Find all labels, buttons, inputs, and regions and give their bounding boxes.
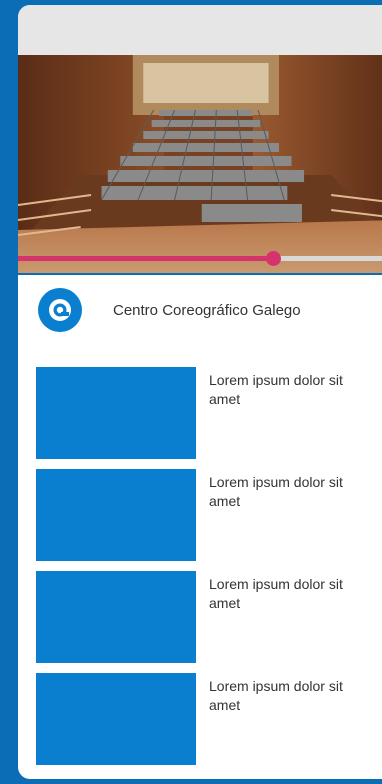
top-bar xyxy=(18,5,382,55)
list-item-title[interactable]: Lorem ipsum dolor sit amet xyxy=(209,575,359,613)
list-item[interactable]: Lorem ipsum dolor sit amet xyxy=(36,367,382,459)
auditorium-image xyxy=(18,55,382,273)
list-item[interactable]: Lorem ipsum dolor sit amet xyxy=(36,469,382,561)
content-card: Centro Coreográfico Galego Lorem ipsum d… xyxy=(18,5,382,779)
list-item-title[interactable]: Lorem ipsum dolor sit amet xyxy=(209,677,359,715)
progress-handle[interactable] xyxy=(265,251,281,266)
thumbnail[interactable] xyxy=(36,469,196,561)
thumbnail[interactable] xyxy=(36,367,196,459)
content-list: Lorem ipsum dolor sit amet Lorem ipsum d… xyxy=(36,367,382,775)
thumbnail[interactable] xyxy=(36,673,196,765)
list-item[interactable]: Lorem ipsum dolor sit amet xyxy=(36,673,382,765)
thumbnail[interactable] xyxy=(36,571,196,663)
at-sign-logo-icon[interactable] xyxy=(38,288,82,332)
list-item-title[interactable]: Lorem ipsum dolor sit amet xyxy=(209,371,359,409)
divider xyxy=(18,273,382,275)
list-item[interactable]: Lorem ipsum dolor sit amet xyxy=(36,571,382,663)
venue-name: Centro Coreográfico Galego xyxy=(113,301,301,319)
progress-fill xyxy=(18,256,273,261)
venue-header: Centro Coreográfico Galego xyxy=(38,287,382,333)
video-player[interactable] xyxy=(18,55,382,273)
video-progress-bar[interactable] xyxy=(18,251,382,266)
list-item-title[interactable]: Lorem ipsum dolor sit amet xyxy=(209,473,359,511)
